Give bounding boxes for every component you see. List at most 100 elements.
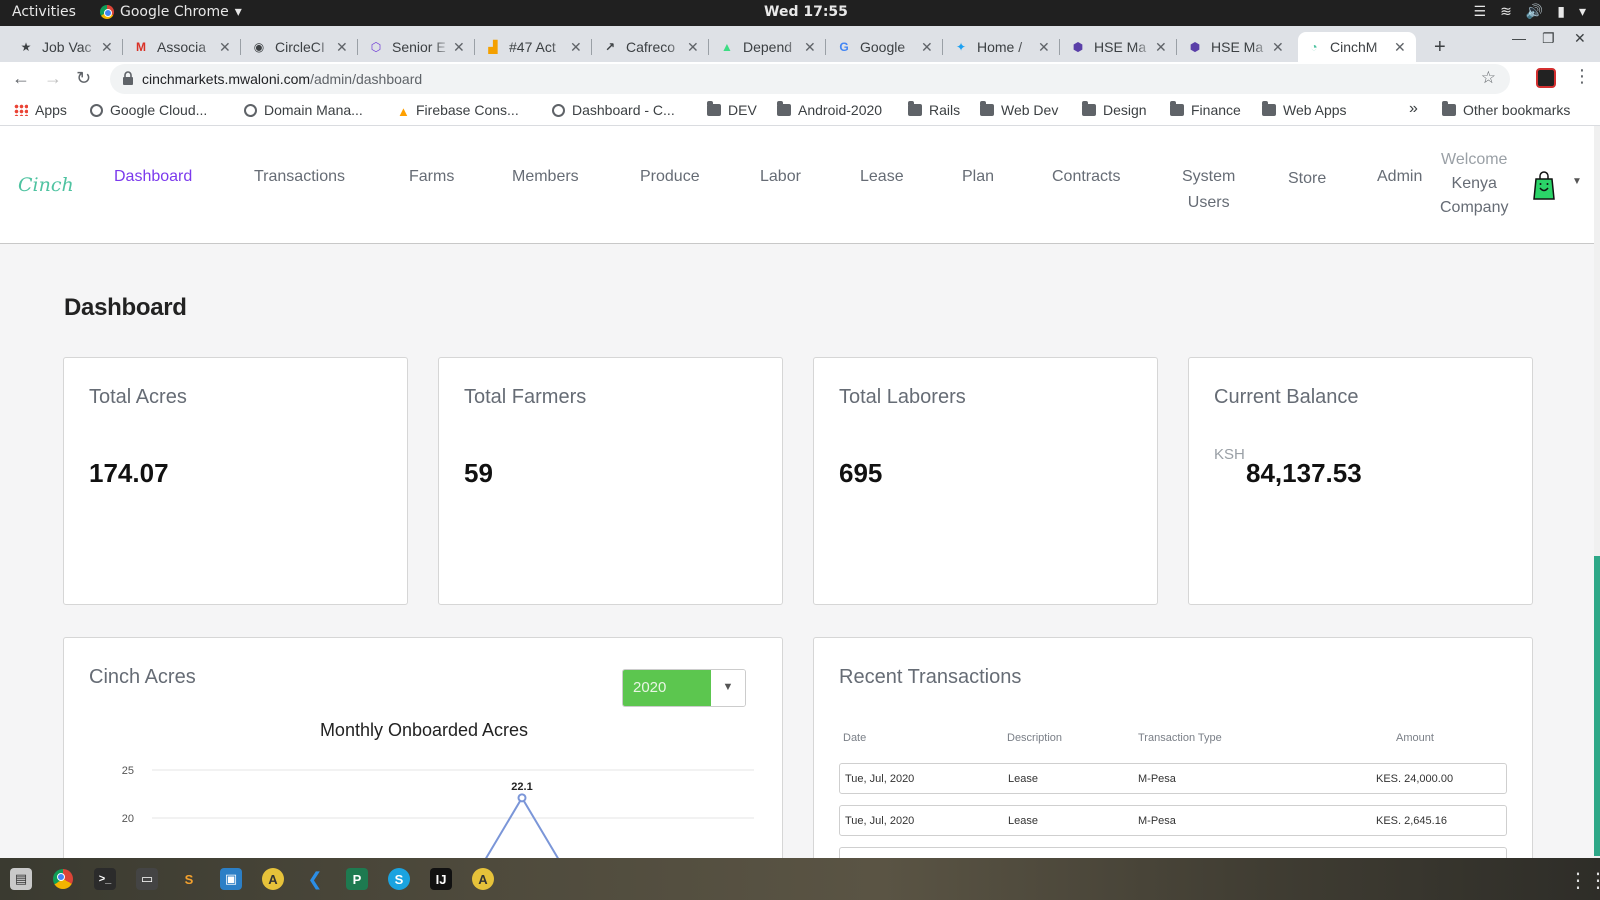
bookmarks-overflow-button[interactable]: »	[1409, 100, 1418, 118]
close-icon[interactable]: ✕	[570, 39, 584, 56]
pycharm-icon[interactable]: P	[346, 868, 368, 890]
extension-icon[interactable]	[1536, 68, 1556, 88]
files-icon[interactable]: ▤	[10, 868, 32, 890]
android-studio-icon[interactable]: A	[472, 868, 494, 890]
bookmark-star-icon[interactable]: ☆	[1481, 68, 1496, 88]
col-header-type: Transaction Type	[1138, 732, 1222, 744]
nav-plan[interactable]: Plan	[962, 164, 994, 190]
close-icon[interactable]: ✕	[101, 39, 115, 56]
clock[interactable]: Wed 17:55	[764, 4, 848, 20]
nav-labor[interactable]: Labor	[760, 164, 801, 190]
browser-tab[interactable]: ⬢ HSE Ma ✕	[1062, 32, 1177, 62]
browser-tab[interactable]: M Associa ✕	[125, 32, 241, 62]
bookmark-folder[interactable]: Web Dev	[980, 101, 1058, 118]
nav-contracts[interactable]: Contracts	[1052, 164, 1120, 190]
page-scrollbar[interactable]	[1594, 126, 1600, 858]
skype-icon[interactable]: S	[388, 868, 410, 890]
bookmark-apps[interactable]: Apps	[14, 102, 67, 118]
shopping-bag-icon[interactable]	[1532, 170, 1556, 200]
bookmark-folder[interactable]: Web Apps	[1262, 101, 1347, 118]
nav-admin[interactable]: Admin	[1377, 164, 1422, 190]
bookmark-folder[interactable]: Rails	[908, 101, 960, 118]
back-arrow-icon[interactable]: ←	[12, 68, 30, 89]
browser-tab[interactable]: ▟ #47 Act ✕	[477, 32, 592, 62]
terminal-icon[interactable]: >_	[94, 868, 116, 890]
browser-tab[interactable]: ⬡ Senior E ✕	[360, 32, 475, 62]
tab-title: Home /	[977, 39, 1023, 55]
data-point	[517, 793, 527, 803]
stat-value: 59	[464, 458, 493, 488]
gear-outline-icon: ⬡	[370, 40, 382, 54]
nav-members[interactable]: Members	[512, 164, 579, 190]
monitor-icon[interactable]: ▭	[136, 868, 158, 890]
nav-transactions[interactable]: Transactions	[254, 164, 345, 190]
nav-dashboard[interactable]: Dashboard	[114, 164, 192, 190]
browser-tab-active[interactable]: ◔ CinchM ✕	[1298, 32, 1416, 62]
new-tab-button[interactable]: +	[1426, 32, 1456, 62]
tab-title: Job Vac	[42, 39, 92, 55]
close-icon[interactable]: ✕	[804, 39, 818, 56]
nav-produce[interactable]: Produce	[640, 164, 700, 190]
forward-arrow-icon[interactable]: →	[44, 68, 62, 89]
close-icon[interactable]: ✕	[921, 39, 935, 56]
close-icon[interactable]: ✕	[336, 39, 350, 56]
folder-icon	[1442, 101, 1456, 116]
minimize-icon[interactable]: —	[1512, 30, 1526, 46]
intellij-icon[interactable]: IJ	[430, 868, 452, 890]
bookmark-folder[interactable]: Finance	[1170, 101, 1241, 118]
nav-farms[interactable]: Farms	[409, 164, 454, 190]
table-row[interactable]	[839, 847, 1507, 858]
activities-button[interactable]: Activities	[12, 4, 76, 20]
bookmark-label: DEV	[728, 102, 757, 118]
close-icon[interactable]: ✕	[219, 39, 233, 56]
close-icon[interactable]: ✕	[1038, 39, 1052, 56]
close-icon[interactable]: ✕	[1155, 39, 1169, 56]
nav-lease[interactable]: Lease	[860, 164, 904, 190]
browser-tab[interactable]: G Google ✕	[828, 32, 943, 62]
close-icon[interactable]: ✕	[1394, 39, 1408, 56]
android-studio-icon[interactable]: A	[262, 868, 284, 890]
reload-icon[interactable]: ↻	[76, 68, 91, 89]
screenshot-icon[interactable]: ▣	[220, 868, 242, 890]
tab-strip: ★ Job Vac ✕ M Associa ✕ ◉ CircleCI ✕ ⬡ Senior E…	[0, 26, 1600, 62]
browser-tab[interactable]: ◉ CircleCI ✕	[243, 32, 358, 62]
browser-tab[interactable]: ▲ Depend ✕	[711, 32, 826, 62]
scrollbar-thumb[interactable]	[1594, 556, 1600, 856]
address-bar[interactable]: cinchmarkets.mwaloni.com/admin/dashboard…	[110, 64, 1510, 94]
cinch-logo[interactable]: Cinch	[18, 174, 74, 196]
close-icon[interactable]: ✕	[453, 39, 467, 56]
table-row[interactable]: Tue, Jul, 2020 Lease M-Pesa KES. 24,000.…	[839, 763, 1507, 794]
stat-value: 174.07	[89, 458, 169, 488]
restore-icon[interactable]: ❐	[1542, 30, 1555, 47]
close-window-icon[interactable]: ✕	[1574, 30, 1586, 47]
bookmark-folder[interactable]: DEV	[707, 101, 757, 118]
other-bookmarks[interactable]: Other bookmarks	[1442, 101, 1570, 118]
browser-tab[interactable]: ⬢ HSE Ma ✕	[1179, 32, 1294, 62]
sublime-icon[interactable]: S	[178, 868, 200, 890]
table-row[interactable]: Tue, Jul, 2020 Lease M-Pesa KES. 2,645.1…	[839, 805, 1507, 836]
bookmark-folder[interactable]: Android-2020	[777, 101, 882, 118]
nav-store[interactable]: Store	[1288, 166, 1326, 192]
os-taskbar: ▤ >_ ▭ S ▣ A ❮ P S IJ A ⋮⋮⋮	[0, 858, 1600, 900]
nav-system-users[interactable]: System Users	[1182, 164, 1235, 216]
welcome-user[interactable]: Welcome Kenya Company	[1440, 148, 1508, 220]
system-tray[interactable]: ☰ ≋ 🔊 ▮ ▾	[1474, 4, 1586, 20]
browser-tab[interactable]: ↗ Cafreco ✕	[594, 32, 709, 62]
chevron-down-icon[interactable]: ▼	[1572, 176, 1582, 187]
browser-tab[interactable]: ✦ Home / ✕	[945, 32, 1060, 62]
app-menu[interactable]: Google Chrome ▾	[100, 4, 242, 20]
more-vertical-icon[interactable]: ⋮	[1573, 66, 1591, 87]
stat-label: Current Balance	[1214, 386, 1359, 408]
chrome-icon[interactable]	[52, 868, 74, 890]
vscode-icon[interactable]: ❮	[304, 868, 326, 890]
show-apps-icon[interactable]: ⋮⋮⋮	[1568, 868, 1600, 893]
bookmark-link[interactable]: Dashboard - C...	[552, 102, 675, 118]
close-icon[interactable]: ✕	[1272, 39, 1286, 56]
bookmark-link[interactable]: Google Cloud...	[90, 102, 207, 118]
bookmark-link[interactable]: Domain Mana...	[244, 102, 363, 118]
close-icon[interactable]: ✕	[687, 39, 701, 56]
browser-tab[interactable]: ★ Job Vac ✕	[10, 32, 123, 62]
bookmark-link[interactable]: ▲ Firebase Cons...	[397, 102, 519, 119]
y-tick-label: 20	[122, 813, 134, 825]
bookmark-folder[interactable]: Design	[1082, 101, 1147, 118]
